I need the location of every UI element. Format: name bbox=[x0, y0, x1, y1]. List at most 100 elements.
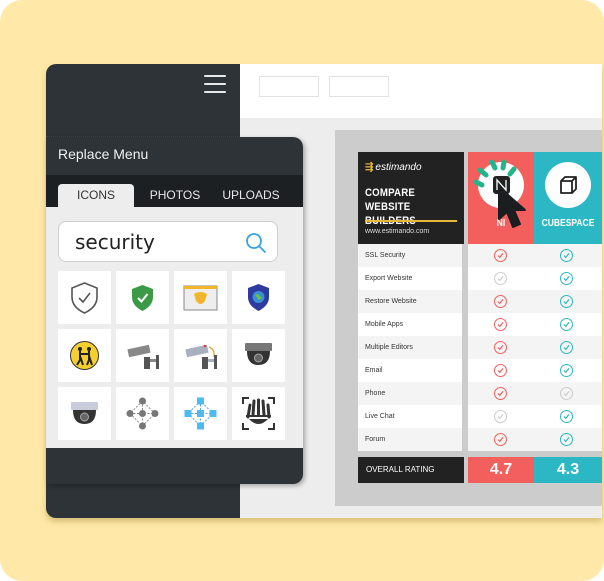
feature-label: Email bbox=[358, 359, 462, 382]
feature-label: Phone bbox=[358, 382, 462, 405]
brand-divider bbox=[365, 220, 457, 222]
logo-circle bbox=[545, 162, 591, 208]
top-toolbar bbox=[240, 64, 602, 118]
feature-cells bbox=[468, 382, 602, 405]
estimando-logo-icon: ⇶ bbox=[365, 162, 374, 173]
network-cubes-blue-icon bbox=[184, 397, 217, 430]
table-row: Mobile Apps bbox=[358, 313, 602, 336]
feature-cells bbox=[468, 336, 602, 359]
feature-label: Forum bbox=[358, 428, 462, 451]
feature-label: SSL Security bbox=[358, 244, 462, 267]
rating-cubespace: 4.3 bbox=[534, 457, 602, 483]
tab-icons[interactable]: ICONS bbox=[58, 184, 134, 207]
icon-result-tile[interactable] bbox=[174, 271, 227, 324]
search-icon[interactable] bbox=[245, 232, 267, 254]
replace-menu-panel: Replace Menu ICONS PHOTOS UPLOADS bbox=[46, 137, 303, 484]
check-icon bbox=[494, 318, 507, 331]
check-icon bbox=[560, 364, 573, 377]
icon-result-tile[interactable] bbox=[174, 387, 227, 440]
hamburger-icon[interactable] bbox=[204, 75, 226, 97]
table-row: Export Website bbox=[358, 267, 602, 290]
feature-label: Multiple Editors bbox=[358, 336, 462, 359]
check-disabled-icon bbox=[494, 272, 507, 285]
feature-label: Restore Website bbox=[358, 290, 462, 313]
check-icon bbox=[560, 249, 573, 262]
feature-label: Mobile Apps bbox=[358, 313, 462, 336]
tab-photos[interactable]: PHOTOS bbox=[140, 184, 210, 207]
table-row: SSL Security bbox=[358, 244, 602, 267]
feature-cells bbox=[468, 405, 602, 428]
icon-result-tile[interactable] bbox=[58, 387, 111, 440]
brand-header: ⇶estimando COMPARE WEBSITE BUILDERS www.… bbox=[358, 152, 464, 244]
tab-uploads[interactable]: UPLOADS bbox=[216, 184, 286, 207]
title-line-1: COMPARE bbox=[365, 187, 415, 199]
table-row: Forum bbox=[358, 428, 602, 451]
table-row: Restore Website bbox=[358, 290, 602, 313]
design-canvas[interactable]: ⇶estimando COMPARE WEBSITE BUILDERS www.… bbox=[335, 130, 602, 506]
feature-cells bbox=[468, 244, 602, 267]
icon-result-tile[interactable] bbox=[58, 271, 111, 324]
feature-table: SSL Security Export Website Restore Websit… bbox=[358, 244, 602, 451]
feature-cells bbox=[468, 267, 602, 290]
search-field[interactable] bbox=[58, 221, 278, 262]
feature-cells bbox=[468, 359, 602, 382]
column-header-cubespace[interactable]: CUBESPACE bbox=[534, 152, 602, 244]
icon-result-tile[interactable] bbox=[116, 387, 169, 440]
mouse-cursor-icon bbox=[498, 186, 526, 228]
icon-result-tile[interactable] bbox=[232, 329, 285, 382]
check-icon bbox=[560, 295, 573, 308]
icon-result-tile[interactable] bbox=[174, 329, 227, 382]
check-icon bbox=[560, 433, 573, 446]
icon-result-tile[interactable] bbox=[116, 329, 169, 382]
check-disabled-icon bbox=[494, 410, 507, 423]
dome-camera-dark-icon bbox=[245, 343, 272, 365]
table-row: Multiple Editors bbox=[358, 336, 602, 359]
feature-cells bbox=[468, 313, 602, 336]
rating-ni: 4.7 bbox=[468, 457, 534, 483]
overall-rating-label: OVERALL RATING bbox=[358, 457, 464, 483]
table-row: Live Chat bbox=[358, 405, 602, 428]
check-icon bbox=[560, 410, 573, 423]
icon-result-tile[interactable] bbox=[232, 271, 285, 324]
feature-cells bbox=[468, 428, 602, 451]
table-row: Email bbox=[358, 359, 602, 382]
panel-body bbox=[46, 207, 303, 448]
shield-check-green-icon bbox=[132, 285, 153, 311]
security-camera-icon bbox=[127, 344, 159, 369]
brand-url: www.estimando.com bbox=[365, 228, 430, 235]
column-label: CUBESPACE bbox=[541, 218, 595, 229]
brand-logo: ⇶ estimando bbox=[365, 162, 422, 173]
check-icon bbox=[494, 433, 507, 446]
icon-result-tile[interactable] bbox=[116, 271, 169, 324]
shield-globe-icon bbox=[248, 284, 269, 311]
panel-title: Replace Menu bbox=[58, 146, 149, 162]
check-icon bbox=[494, 387, 507, 400]
check-icon bbox=[494, 364, 507, 377]
security-camera-wired-icon bbox=[185, 344, 217, 369]
panel-tabs: ICONS PHOTOS UPLOADS bbox=[46, 175, 303, 207]
check-icon bbox=[560, 318, 573, 331]
network-nodes-gray-icon bbox=[126, 397, 159, 430]
hand-scanner-icon bbox=[242, 397, 275, 430]
shield-check-outline-icon bbox=[71, 282, 98, 314]
table-row: Phone bbox=[358, 382, 602, 405]
check-disabled-icon bbox=[560, 387, 573, 400]
check-icon bbox=[494, 249, 507, 262]
check-icon bbox=[560, 341, 573, 354]
brand-name: estimando bbox=[375, 162, 422, 173]
search-input[interactable] bbox=[75, 228, 235, 256]
toolbar-button[interactable] bbox=[329, 76, 389, 97]
feature-label: Export Website bbox=[358, 267, 462, 290]
check-icon bbox=[494, 341, 507, 354]
icon-result-tile[interactable] bbox=[232, 387, 285, 440]
check-icon bbox=[560, 272, 573, 285]
check-icon bbox=[494, 295, 507, 308]
icon-result-tile[interactable] bbox=[58, 329, 111, 382]
feature-cells bbox=[468, 290, 602, 313]
dome-camera-light-icon bbox=[71, 402, 98, 424]
school-crossing-sign-icon bbox=[70, 341, 99, 370]
cube-icon bbox=[560, 176, 577, 194]
toolbar-button[interactable] bbox=[259, 76, 319, 97]
feature-label: Live Chat bbox=[358, 405, 462, 428]
title-line-2: WEBSITE BUILDERS bbox=[365, 201, 416, 227]
